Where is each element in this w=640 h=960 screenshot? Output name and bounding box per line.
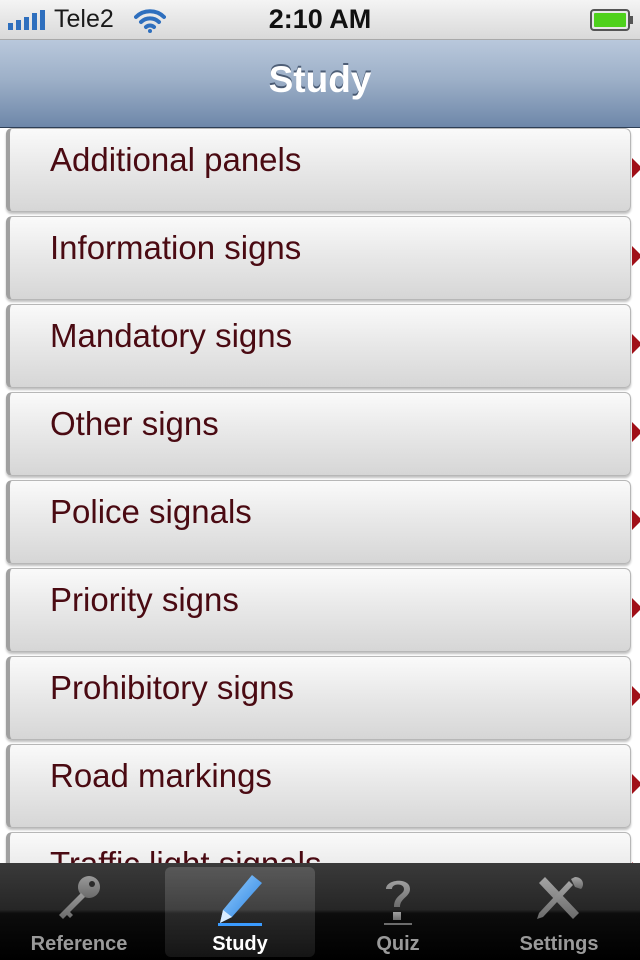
list-item-cell[interactable]: Traffic light signals: [6, 832, 631, 863]
list-item-traffic-light-signals[interactable]: Traffic light signals: [0, 832, 640, 863]
list-item-cell[interactable]: Additional panels: [6, 128, 631, 212]
tab-label: Reference: [30, 933, 128, 955]
tools-icon: [537, 877, 583, 919]
list-item-mandatory-signs[interactable]: Mandatory signs: [0, 304, 640, 392]
list-item-cell[interactable]: Road markings: [6, 744, 631, 828]
tab-quiz[interactable]: Quiz: [323, 863, 473, 960]
list-item-label: Mandatory signs: [50, 317, 293, 354]
battery-icon: [590, 9, 633, 31]
list-item-label: Other signs: [50, 405, 219, 442]
tab-bar: Reference Study Quiz Settings: [0, 863, 640, 960]
list-item-label: Prohibitory signs: [50, 669, 294, 706]
list-item-cell[interactable]: Mandatory signs: [6, 304, 631, 388]
page-title: Study: [268, 59, 372, 100]
tab-label: Settings: [519, 933, 599, 955]
status-bar: Tele2 2:10 AM: [0, 0, 640, 40]
list-item-police-signals[interactable]: Police signals: [0, 480, 640, 568]
list-item-priority-signs[interactable]: Priority signs: [0, 568, 640, 656]
list-item-information-signs[interactable]: Information signs: [0, 216, 640, 304]
status-time: 2:10 AM: [268, 4, 372, 34]
tab-reference[interactable]: Reference: [4, 863, 154, 960]
list-item-cell[interactable]: Prohibitory signs: [6, 656, 631, 740]
list-item-label: Additional panels: [50, 141, 302, 178]
disclosure-chevron-icon: [632, 598, 640, 618]
list-item-cell[interactable]: Information signs: [6, 216, 631, 300]
disclosure-chevron-icon: [632, 334, 640, 354]
disclosure-chevron-icon: [632, 686, 640, 706]
disclosure-chevron-icon: [632, 158, 640, 178]
list-item-additional-panels[interactable]: Additional panels: [0, 128, 640, 216]
list-item-label: Information signs: [50, 229, 302, 266]
tab-label: Quiz: [376, 933, 420, 955]
tab-study[interactable]: Study: [165, 867, 315, 957]
list-item-label: Traffic light signals: [50, 845, 321, 863]
category-list[interactable]: Additional panels Information signs Mand…: [0, 128, 640, 863]
pencil-icon: [218, 875, 262, 926]
list-item-cell[interactable]: Other signs: [6, 392, 631, 476]
disclosure-chevron-icon: [632, 510, 640, 530]
disclosure-chevron-icon: [632, 246, 640, 266]
list-item-cell[interactable]: Police signals: [6, 480, 631, 564]
list-item-other-signs[interactable]: Other signs: [0, 392, 640, 480]
list-item-cell[interactable]: Priority signs: [6, 568, 631, 652]
disclosure-chevron-icon: [632, 422, 640, 442]
list-item-label: Road markings: [50, 757, 272, 794]
tab-label: Study: [212, 933, 268, 955]
question-mark-icon: [384, 880, 412, 925]
list-item-label: Priority signs: [50, 581, 239, 618]
list-item-label: Police signals: [50, 493, 252, 530]
disclosure-chevron-icon: [632, 774, 640, 794]
list-item-prohibitory-signs[interactable]: Prohibitory signs: [0, 656, 640, 744]
list-item-road-markings[interactable]: Road markings: [0, 744, 640, 832]
key-icon: [59, 876, 100, 919]
navigation-bar: Study: [0, 40, 640, 128]
tab-settings[interactable]: Settings: [484, 863, 634, 960]
